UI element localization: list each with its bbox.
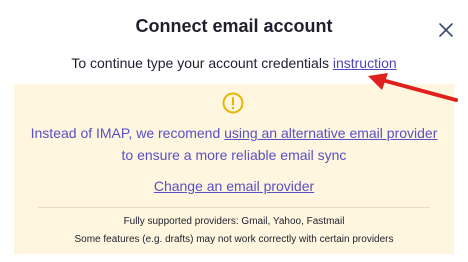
divider bbox=[38, 207, 430, 208]
supported-providers-note: Fully supported providers: Gmail, Yahoo,… bbox=[123, 216, 345, 227]
change-provider-row: Change an email provider bbox=[14, 178, 454, 194]
instruction-link[interactable]: instruction bbox=[333, 55, 397, 71]
warning-text-line2: to ensure a more reliable email sync bbox=[121, 147, 347, 163]
subtitle-text: To continue type your account credential… bbox=[71, 55, 333, 71]
warning-text: Instead of IMAP, we recomend bbox=[30, 125, 225, 141]
dialog-subtitle: To continue type your account credential… bbox=[0, 55, 468, 71]
warning-circle-icon bbox=[222, 92, 244, 114]
dialog-title: Connect email account bbox=[135, 16, 333, 36]
change-provider-link[interactable]: Change an email provider bbox=[154, 178, 314, 194]
red-arrow-annotation bbox=[368, 73, 458, 102]
close-button[interactable] bbox=[436, 20, 456, 40]
features-warning-note: Some features (e.g. drafts) may not work… bbox=[74, 234, 394, 245]
connect-email-dialog: Connect email account To continue type y… bbox=[0, 0, 468, 262]
close-icon bbox=[439, 23, 453, 37]
